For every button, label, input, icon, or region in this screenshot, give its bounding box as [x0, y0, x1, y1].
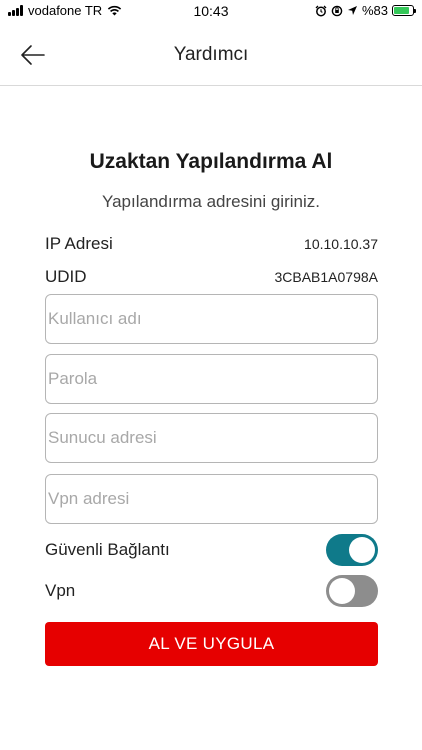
page-subtitle: Yapılandırma adresini giriniz.	[102, 192, 320, 211]
navigation-bar: Yardımcı	[0, 22, 422, 86]
status-bar: vodafone TR 10:43 %83	[0, 0, 422, 22]
secure-connection-label: Güvenli Bağlantı	[45, 540, 170, 559]
status-right: %83	[315, 3, 416, 18]
nav-title: Yardımcı	[173, 44, 249, 65]
secure-connection-row: Güvenli Bağlantı	[45, 533, 378, 567]
ip-value: 10.10.10.37	[304, 236, 378, 252]
info-row-udid: UDID 3CBAB1A0798A	[45, 265, 378, 289]
location-icon	[347, 6, 357, 15]
toggle-knob	[329, 578, 355, 604]
vpn-label: Vpn	[45, 581, 76, 600]
info-row-ip: IP Adresi 10.10.10.37	[45, 232, 378, 256]
ip-label: IP Adresi	[45, 234, 113, 253]
username-field[interactable]	[45, 294, 378, 344]
udid-label: UDID	[45, 267, 87, 286]
password-field[interactable]	[45, 354, 378, 404]
alarm-icon	[315, 5, 327, 16]
vpn-address-field[interactable]	[45, 474, 378, 524]
toggle-knob	[349, 537, 375, 563]
page-title: Uzaktan Yapılandırma Al	[89, 150, 333, 173]
vpn-row: Vpn	[45, 574, 378, 608]
battery-icon	[392, 5, 416, 16]
udid-value: 3CBAB1A0798A	[274, 269, 378, 285]
server-address-field[interactable]	[45, 413, 378, 463]
secure-connection-toggle[interactable]	[326, 534, 378, 566]
battery-percent: %83	[361, 3, 388, 18]
apply-button[interactable]: AL VE UYGULA	[45, 622, 378, 666]
orientation-lock-icon	[331, 5, 343, 16]
vpn-toggle[interactable]	[326, 575, 378, 607]
